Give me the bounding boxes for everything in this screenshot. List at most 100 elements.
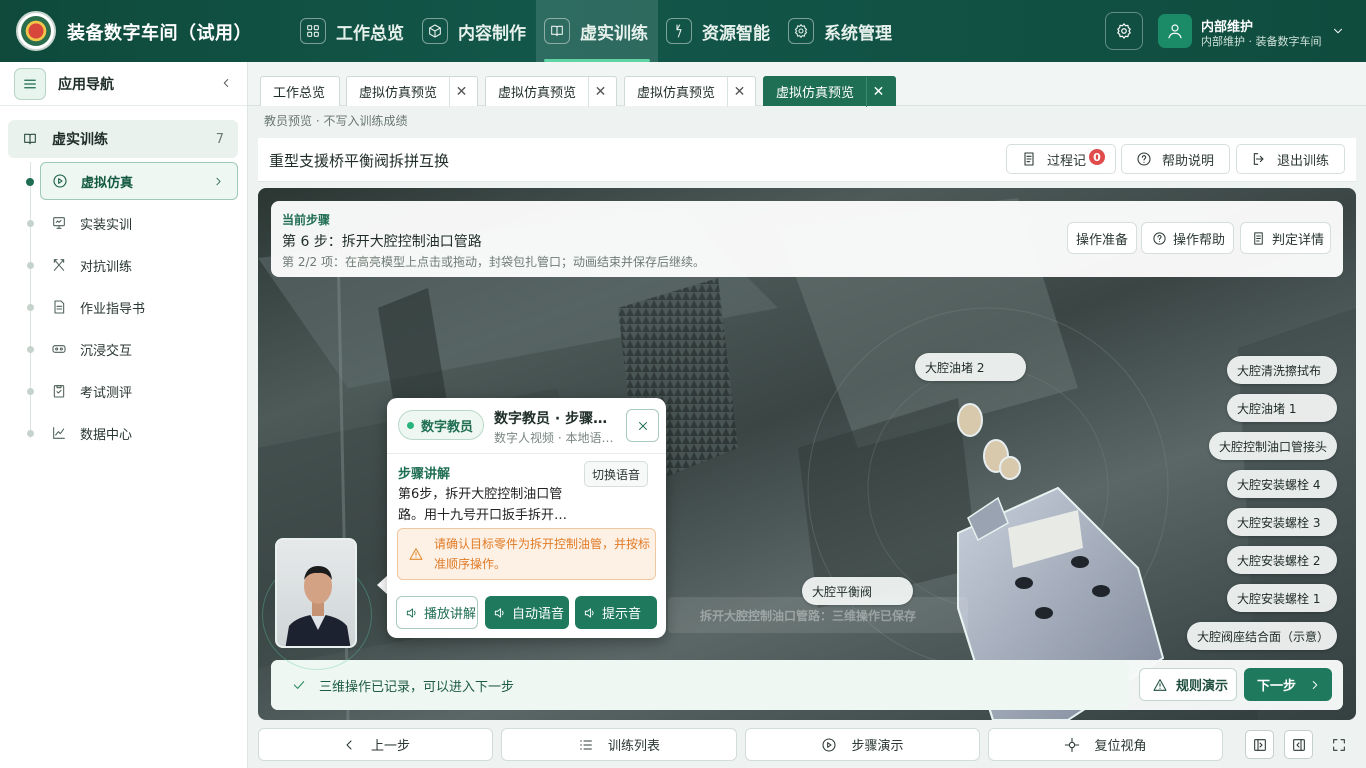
sidebar-group-training[interactable]: 虚实训练 7	[8, 120, 238, 158]
toggle-right-panel-button[interactable]	[1284, 730, 1313, 759]
reset-view-label: 复位视角	[1094, 739, 1147, 754]
document-icon	[1254, 231, 1263, 245]
sidebar-item-real-training[interactable]: 实装实训	[40, 204, 238, 242]
teacher-warning-text: 请确认目标零件为拆开控制油管，并按标准顺序操作。	[434, 537, 651, 571]
sidebar-header: 应用导航	[0, 62, 247, 106]
part-label-control-port-fitting[interactable]: 大腔控制油口管接头	[1209, 432, 1337, 460]
part-label-oil-plug-2[interactable]: 大腔油堵 2	[915, 353, 1026, 381]
sidebar-item-work-guide[interactable]: 作业指导书	[40, 288, 238, 326]
close-icon[interactable]: ✕	[588, 76, 612, 107]
fullscreen-icon	[1332, 738, 1345, 751]
sidebar-title: 应用导航	[58, 76, 114, 93]
tab-overview[interactable]: 工作总览	[260, 76, 340, 106]
collapse-sidebar-icon[interactable]	[219, 76, 233, 90]
switch-voice-button[interactable]: 切换语音	[584, 461, 649, 487]
sidebar-item-data-center[interactable]: 数据中心	[40, 414, 238, 452]
tree-dot	[27, 388, 34, 395]
sidebar: 应用导航 虚实训练 7 虚拟仿真 实装实训 对抗训练 作业指导书 沉浸交互 考试…	[0, 62, 248, 768]
topnav-label: 工作总览	[336, 23, 404, 44]
process-record-button[interactable]: 过程记 0	[1006, 144, 1116, 174]
settings-button[interactable]	[1105, 12, 1143, 50]
sidebar-item-label: 考试测评	[80, 385, 133, 401]
part-label-cleaning-cloth[interactable]: 大腔清洗擦拭布	[1227, 356, 1337, 384]
auto-voice-button[interactable]: 自动语音	[485, 596, 569, 629]
topnav-overview[interactable]: 工作总览	[292, 0, 414, 62]
fullscreen-button[interactable]	[1324, 730, 1353, 759]
vr-headset-icon	[52, 345, 66, 353]
part-label-bolt-2[interactable]: 大腔安装螺栓 2	[1227, 546, 1337, 574]
help-circle-icon	[1137, 152, 1151, 166]
tab-preview-3[interactable]: 虚拟仿真预览 ✕	[624, 76, 756, 107]
tab-label: 虚拟仿真预览	[776, 86, 855, 101]
preview-note: 教员预览 · 不写入训练成绩	[264, 114, 408, 128]
judge-details-button[interactable]: 判定详情	[1240, 222, 1331, 254]
judge-details-label: 判定详情	[1272, 232, 1325, 248]
part-label-bolt-1[interactable]: 大腔安装螺栓 1	[1227, 584, 1337, 612]
tab-label: 虚拟仿真预览	[498, 86, 577, 101]
exit-training-button[interactable]: 退出训练	[1236, 144, 1345, 174]
digital-teacher-video[interactable]	[275, 538, 357, 648]
chevron-down-icon[interactable]	[1331, 24, 1345, 38]
sidebar-item-label: 数据中心	[80, 427, 133, 443]
play-explanation-button[interactable]: 播放讲解	[396, 596, 478, 629]
toggle-left-panel-button[interactable]	[1245, 730, 1274, 759]
menu-button[interactable]	[14, 67, 46, 100]
close-icon[interactable]: ✕	[727, 76, 751, 107]
tab-preview-2[interactable]: 虚拟仿真预览 ✕	[485, 76, 617, 107]
panel-right-icon	[1292, 738, 1305, 751]
next-step-label: 下一步	[1257, 679, 1297, 694]
previous-step-label: 上一步	[370, 739, 410, 754]
bolt-icon	[666, 18, 692, 44]
help-button[interactable]: 帮助说明	[1121, 144, 1230, 174]
tab-preview-4[interactable]: 虚拟仿真预览 ✕	[763, 76, 896, 107]
previous-step-button[interactable]: 上一步	[258, 728, 493, 761]
topnav-content[interactable]: 内容制作	[414, 0, 536, 62]
tab-label: 工作总览	[273, 86, 326, 101]
topnav-training[interactable]: 虚实训练	[536, 0, 658, 62]
training-list-button[interactable]: 训练列表	[501, 728, 737, 761]
reset-view-button[interactable]: 复位视角	[988, 728, 1223, 761]
step-demo-button[interactable]: 步骤演示	[745, 728, 980, 761]
topnav-system[interactable]: 系统管理	[780, 0, 902, 62]
current-step-card: 当前步骤 第 6 步：拆开大腔控制油口管路 第 2/2 项：在高亮模型上点击或拖…	[271, 201, 1343, 277]
step-title: 第 6 步：拆开大腔控制油口管路	[282, 234, 482, 250]
book-icon	[24, 133, 36, 145]
topnav-label: 虚实训练	[580, 23, 648, 44]
cross-swords-icon	[53, 259, 65, 271]
panel-left-icon	[1253, 738, 1266, 751]
close-icon	[638, 421, 647, 430]
part-label-oil-plug-1[interactable]: 大腔油堵 1	[1227, 394, 1337, 422]
operation-prep-button[interactable]: 操作准备	[1067, 222, 1137, 254]
sidebar-item-exam[interactable]: 考试测评	[40, 372, 238, 410]
operation-help-button[interactable]: 操作帮助	[1141, 222, 1234, 254]
process-record-label: 过程记	[1047, 153, 1087, 169]
close-icon[interactable]: ✕	[449, 76, 473, 107]
sidebar-item-adversarial[interactable]: 对抗训练	[40, 246, 238, 284]
next-step-button[interactable]: 下一步	[1244, 668, 1332, 701]
tree-dot	[27, 304, 34, 311]
close-icon[interactable]: ✕	[866, 76, 890, 107]
tab-bar: 工作总览 虚拟仿真预览 ✕ 虚拟仿真预览 ✕ 虚拟仿真预览 ✕ 虚拟仿真预览 ✕	[248, 62, 1366, 107]
sidebar-tree-line	[30, 162, 31, 438]
tab-preview-1[interactable]: 虚拟仿真预览 ✕	[346, 76, 478, 107]
part-label-bolt-4[interactable]: 大腔安装螺栓 4	[1227, 470, 1337, 498]
rule-demo-button[interactable]: 规则演示	[1139, 668, 1237, 701]
sidebar-item-virtual-sim[interactable]: 虚拟仿真	[40, 162, 238, 200]
tree-dot	[27, 262, 34, 269]
saved-status-text: 拆开大腔控制油口管路：三维操作已保存	[700, 608, 917, 623]
sidebar-item-immersive[interactable]: 沉浸交互	[40, 330, 238, 368]
part-label-bolt-3[interactable]: 大腔安装螺栓 3	[1227, 508, 1337, 536]
close-teacher-button[interactable]	[626, 409, 659, 442]
play-circle-icon	[822, 737, 837, 752]
tree-dot	[27, 220, 34, 227]
topnav-resources[interactable]: 资源智能	[658, 0, 780, 62]
avatar[interactable]	[1158, 14, 1192, 48]
hint-sound-button[interactable]: 提示音	[575, 596, 657, 629]
top-nav: 工作总览 内容制作 虚实训练 资源智能 系统管理	[292, 0, 902, 62]
warning-icon	[1153, 678, 1167, 691]
list-icon	[580, 739, 592, 750]
warning-icon	[409, 548, 423, 560]
saved-status-toast: 拆开大腔控制油口管路：三维操作已保存	[668, 597, 968, 633]
part-label-valve-seat-face[interactable]: 大腔阀座结合面（示意）	[1187, 622, 1337, 650]
topnav-label: 资源智能	[702, 23, 770, 44]
